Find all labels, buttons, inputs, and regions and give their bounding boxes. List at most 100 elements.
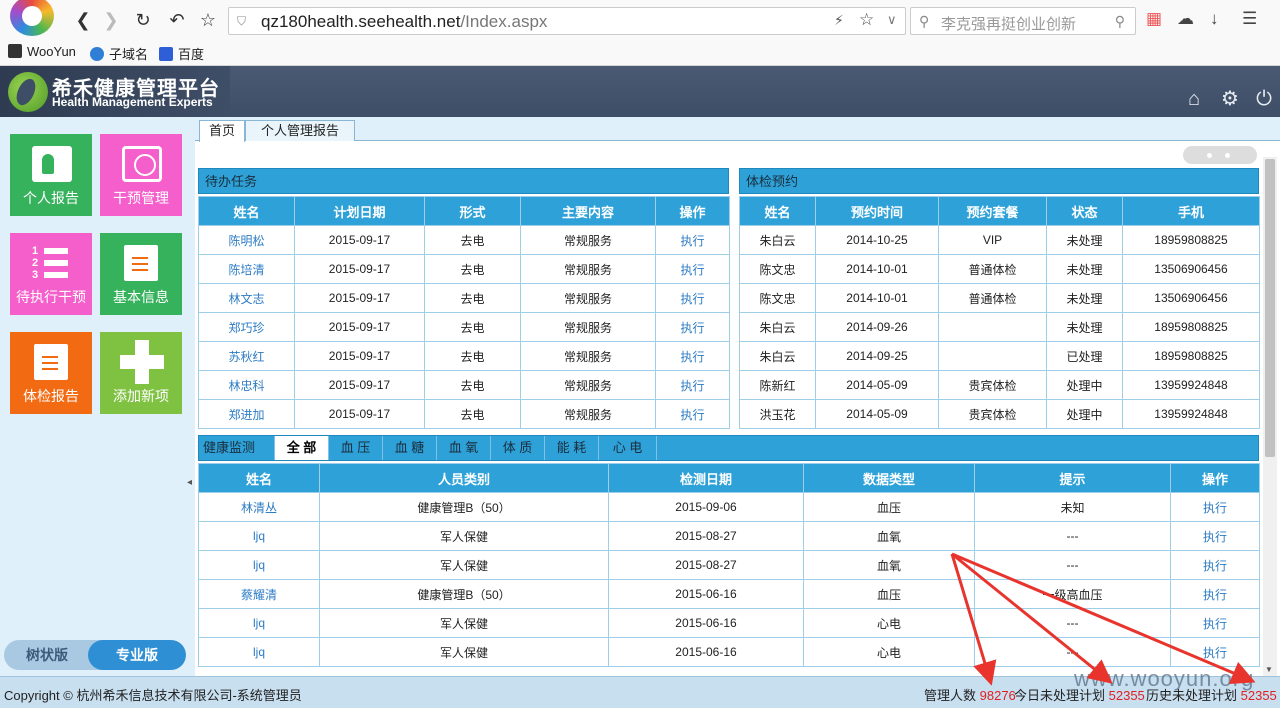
dropdown-chevron-icon[interactable]: ∨ <box>887 12 897 28</box>
execute-link[interactable]: 执行 <box>1170 579 1260 609</box>
menu-icon[interactable]: ☰ <box>1242 9 1257 29</box>
column-header[interactable]: 姓名 <box>739 196 816 226</box>
url-text[interactable]: qz180health.seehealth.net/Index.aspx <box>261 12 547 32</box>
execute-link[interactable]: 执行 <box>1170 608 1260 638</box>
forward-icon[interactable]: ❯ <box>100 9 122 31</box>
tree-version-button[interactable]: 树状版 <box>4 640 90 670</box>
person-link[interactable]: 蔡耀清 <box>198 579 320 609</box>
table-row: 苏秋红 2015-09-17 去电 常规服务 执行 <box>198 341 730 371</box>
column-header[interactable]: 状态 <box>1046 196 1123 226</box>
tab-home[interactable]: 首页 <box>199 120 245 142</box>
filter-blood-oxygen[interactable]: 血 氧 <box>437 436 491 460</box>
execute-link[interactable]: 执行 <box>655 399 730 429</box>
column-header[interactable]: 数据类型 <box>803 463 975 493</box>
person-link[interactable]: ljq <box>198 521 320 551</box>
appointments-table: 姓名 预约时间 预约套餐 状态 手机 朱白云 2014-10-25 VIP 未处理 18… <box>739 196 1260 429</box>
filter-constitution[interactable]: 体 质 <box>491 436 545 460</box>
column-header[interactable]: 预约时间 <box>815 196 939 226</box>
person-link[interactable]: 林忠科 <box>198 370 295 400</box>
filter-ecg[interactable]: 心 电 <box>599 436 657 460</box>
version-switch[interactable]: 树状版 专业版 <box>4 640 186 670</box>
search-go-icon[interactable]: ⚲ <box>1115 13 1125 30</box>
bookmark-wooyun[interactable]: WooYun <box>8 44 76 59</box>
star-icon[interactable]: ☆ <box>197 9 219 31</box>
home-icon[interactable]: ⌂ <box>1183 88 1205 110</box>
cloud-icon[interactable]: ☁ <box>1177 9 1194 29</box>
table-cell: 2015-06-16 <box>608 608 804 638</box>
undo-icon[interactable]: ↶ <box>166 9 188 31</box>
table-cell: 2015-08-27 <box>608 550 804 580</box>
search-box[interactable]: ⚲ 李克强再挺创业创新 ⚲ <box>910 7 1136 35</box>
app-logo[interactable]: 希禾健康管理平台 Health Management Experts <box>0 66 230 117</box>
reload-icon[interactable]: ↻ <box>132 9 154 31</box>
column-header[interactable]: 提示 <box>974 463 1171 493</box>
person-link[interactable]: ljq <box>198 637 320 667</box>
column-header[interactable]: 手机 <box>1122 196 1260 226</box>
execute-link[interactable]: 执行 <box>1170 521 1260 551</box>
person-link[interactable]: 苏秋红 <box>198 341 295 371</box>
person-link[interactable]: 郑进加 <box>198 399 295 429</box>
execute-link[interactable]: 执行 <box>655 254 730 284</box>
table-cell: 普通体检 <box>938 254 1047 284</box>
person-link[interactable]: ljq <box>198 608 320 638</box>
execute-link[interactable]: 执行 <box>655 341 730 371</box>
download-icon[interactable]: ↓ <box>1210 9 1219 29</box>
scroll-down-icon[interactable]: ▼ <box>1265 665 1273 674</box>
options-pill-button[interactable] <box>1183 146 1257 164</box>
back-icon[interactable]: ❮ <box>72 9 94 31</box>
column-header[interactable]: 操作 <box>655 196 730 226</box>
gear-icon[interactable]: ⚙ <box>1219 88 1241 110</box>
column-header[interactable]: 姓名 <box>198 463 320 493</box>
tile-intervention-management[interactable]: 干预管理 <box>100 134 182 216</box>
managed-value: 98276 <box>979 688 1016 703</box>
column-header[interactable]: 预约套餐 <box>938 196 1047 226</box>
execute-link[interactable]: 执行 <box>655 283 730 313</box>
address-bar[interactable]: ⛉ qz180health.seehealth.net/Index.aspx ⚡… <box>228 7 906 35</box>
tile-add-new[interactable]: 添加新项 <box>100 332 182 414</box>
column-header[interactable]: 人员类别 <box>319 463 609 493</box>
column-header[interactable]: 检测日期 <box>608 463 804 493</box>
tile-basic-info[interactable]: 基本信息 <box>100 233 182 315</box>
person-link[interactable]: 陈培清 <box>198 254 295 284</box>
execute-link[interactable]: 执行 <box>655 370 730 400</box>
execute-link[interactable]: 执行 <box>1170 550 1260 580</box>
table-cell: 2015-09-17 <box>294 341 425 371</box>
column-header[interactable]: 主要内容 <box>520 196 656 226</box>
person-link[interactable]: 郑巧珍 <box>198 312 295 342</box>
execute-link[interactable]: 执行 <box>655 312 730 342</box>
lightning-icon[interactable]: ⚡ <box>834 12 844 29</box>
bookmark-star-icon[interactable]: ☆ <box>859 10 874 30</box>
column-header[interactable]: 形式 <box>424 196 521 226</box>
browser-chrome: ❮ ❯ ↻ ↶ ☆ ⛉ qz180health.seehealth.net/In… <box>0 0 1280 66</box>
filter-blood-sugar[interactable]: 血 糖 <box>383 436 437 460</box>
tile-personal-report[interactable]: 个人报告 <box>10 134 92 216</box>
table-cell: 2014-05-09 <box>815 370 939 400</box>
tile-exam-report[interactable]: 体检报告 <box>10 332 92 414</box>
bookmark-baidu[interactable]: 百度 <box>159 44 204 63</box>
execute-link[interactable]: 执行 <box>655 225 730 255</box>
table-cell: 去电 <box>424 312 521 342</box>
execute-link[interactable]: 执行 <box>1170 492 1260 522</box>
person-link[interactable]: 陈明松 <box>198 225 295 255</box>
bookmark-subdomain[interactable]: 子域名 <box>90 44 148 63</box>
collapse-sidebar-icon[interactable]: ◂ <box>187 477 195 488</box>
column-header[interactable]: 操作 <box>1170 463 1260 493</box>
apps-grid-icon[interactable]: ▦ <box>1146 9 1162 29</box>
tab-personal-report[interactable]: 个人管理报告 <box>245 120 355 141</box>
column-header[interactable]: 计划日期 <box>294 196 425 226</box>
table-cell: 18959808825 <box>1122 225 1260 255</box>
table-cell: 常规服务 <box>520 370 656 400</box>
power-icon[interactable]: ⏻ <box>1253 88 1275 110</box>
vertical-scrollbar[interactable]: ▼ <box>1263 157 1277 676</box>
person-link[interactable]: 林清丛 <box>198 492 320 522</box>
person-link[interactable]: ljq <box>198 550 320 580</box>
filter-blood-pressure[interactable]: 血 压 <box>329 436 383 460</box>
pro-version-button[interactable]: 专业版 <box>88 640 186 670</box>
filter-all[interactable]: 全 部 <box>275 436 329 460</box>
execute-link[interactable]: 执行 <box>1170 637 1260 667</box>
scrollbar-thumb[interactable] <box>1265 159 1275 457</box>
person-link[interactable]: 林文志 <box>198 283 295 313</box>
tile-pending-intervention[interactable]: 123 待执行干预 <box>10 233 92 315</box>
column-header[interactable]: 姓名 <box>198 196 295 226</box>
filter-energy[interactable]: 能 耗 <box>545 436 599 460</box>
